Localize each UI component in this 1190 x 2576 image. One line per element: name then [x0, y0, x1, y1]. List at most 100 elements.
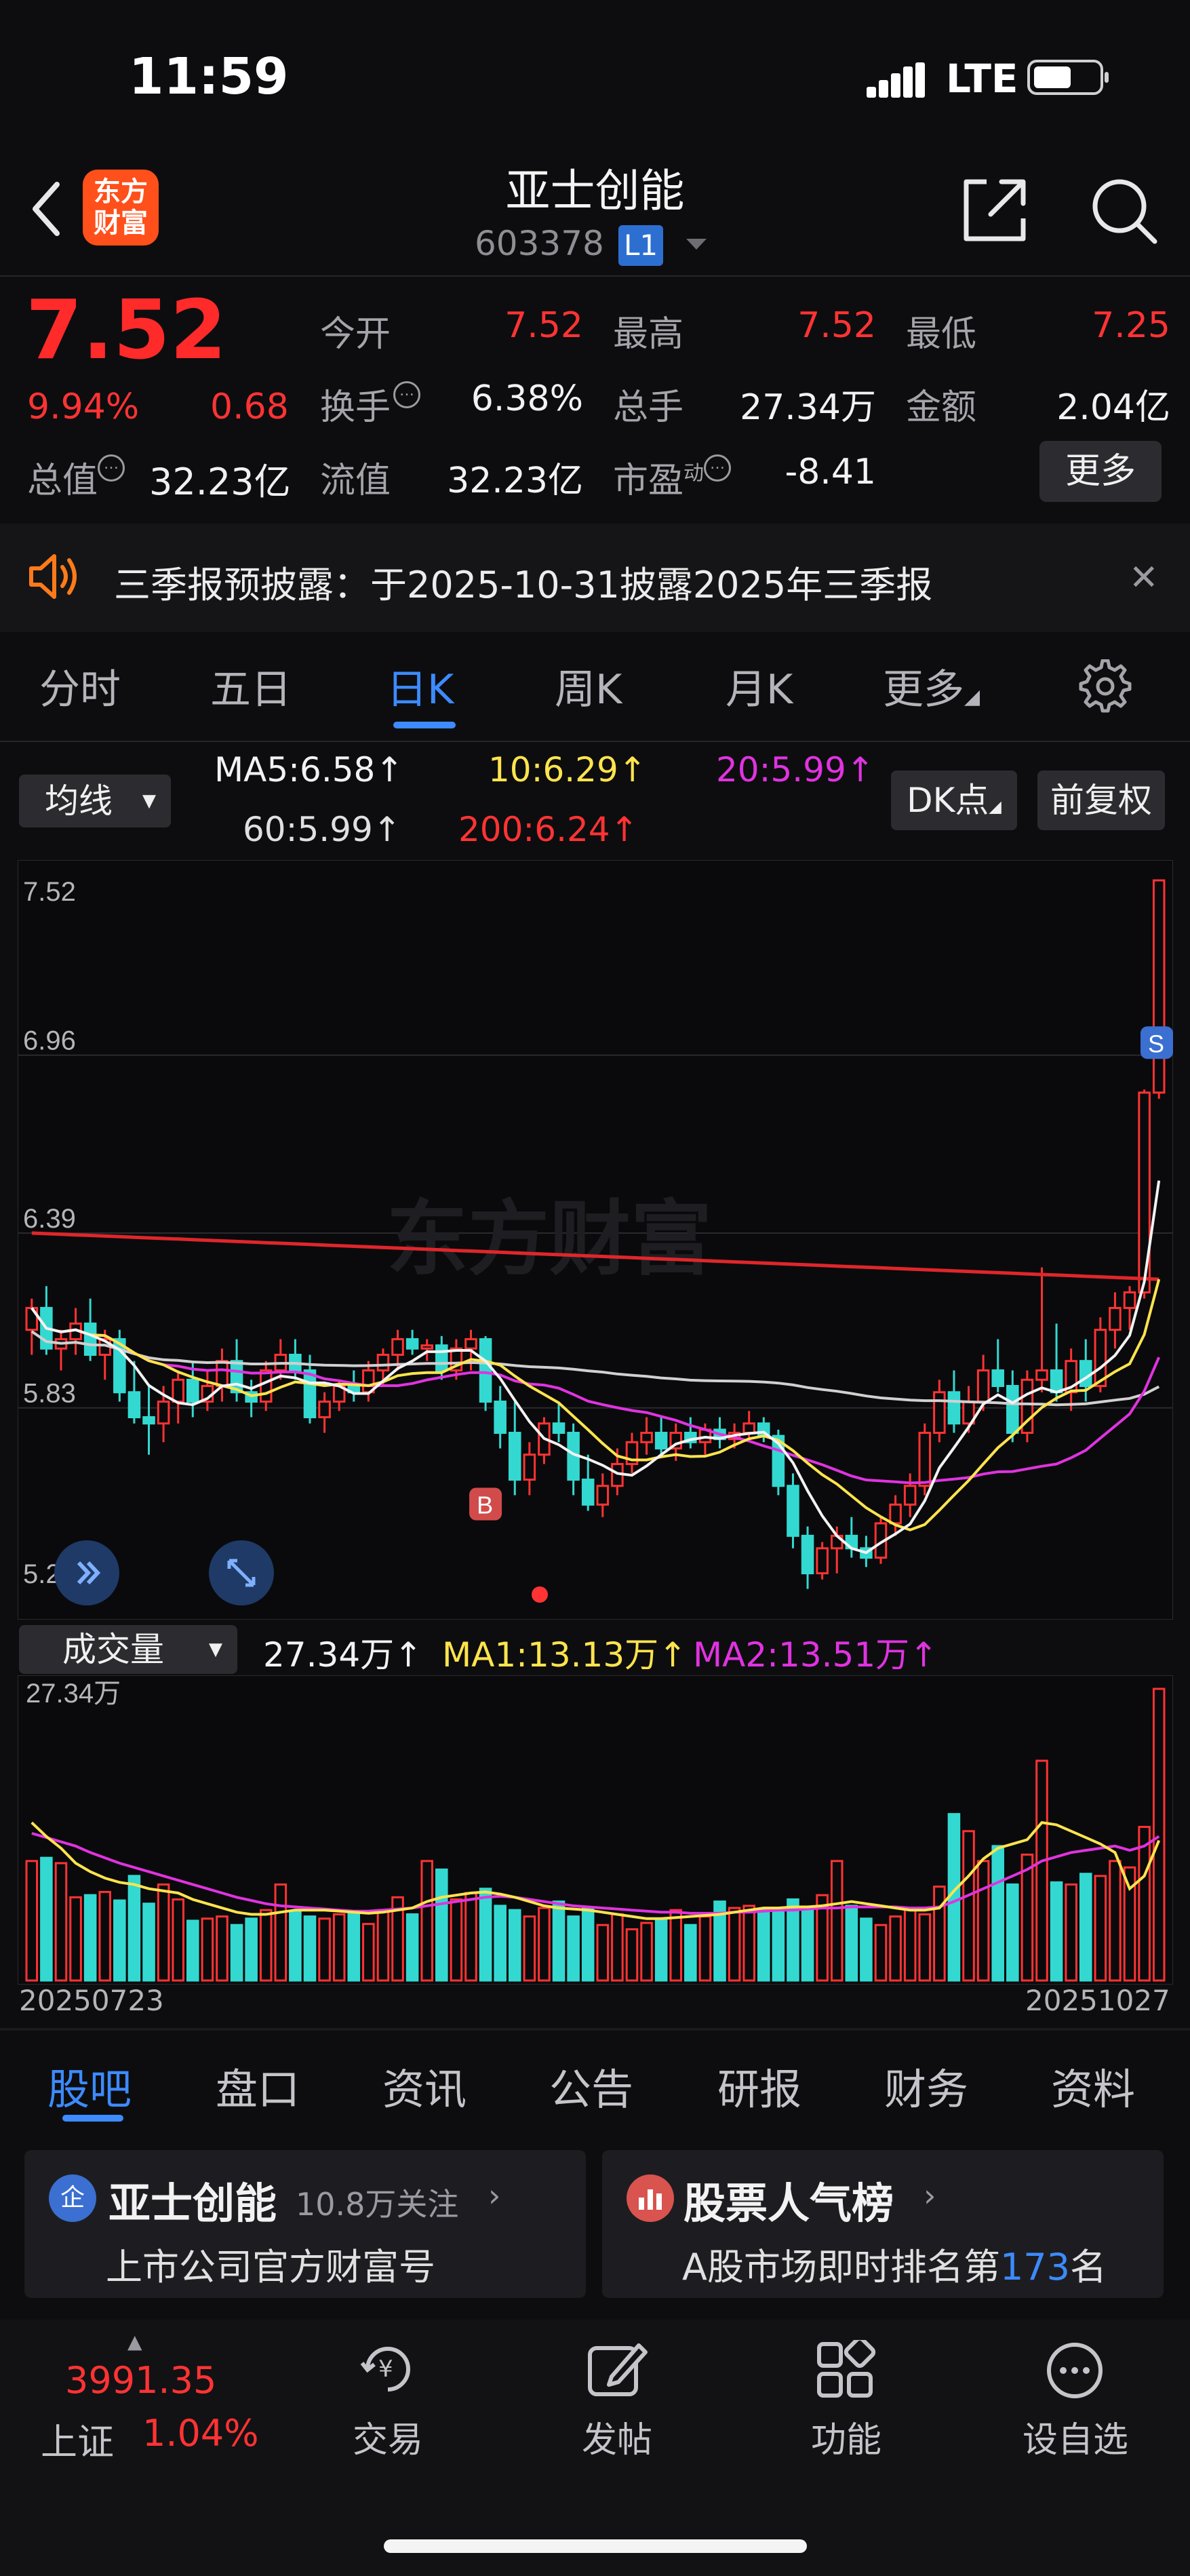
tab-daily-k[interactable]: 日K [386, 657, 454, 716]
trade-icon[interactable]: ¥ [354, 2339, 422, 2400]
tab-five-day[interactable]: 五日 [210, 657, 292, 716]
tab-research[interactable]: 研报 [717, 2055, 801, 2116]
candle-up [1109, 1306, 1122, 1331]
volume-bar-down [772, 1911, 785, 1982]
volume-bar-up [698, 1915, 712, 1982]
candle-up [1152, 879, 1166, 1094]
candle-down [991, 1369, 1004, 1387]
rank-number: 173 [999, 2246, 1071, 2288]
info-icon[interactable]: … [704, 454, 732, 482]
chevron-down-icon[interactable] [685, 237, 708, 251]
volume-current: 27.34万↑ [263, 1635, 423, 1675]
tab-intraday[interactable]: 分时 [39, 657, 121, 716]
indicator-select[interactable]: 均线 ▼ [19, 775, 171, 827]
event-dot[interactable] [532, 1586, 548, 1603]
caret-up-icon: ▲ [127, 2330, 142, 2353]
nav-functions[interactable]: 功能 [778, 2411, 914, 2462]
pe-value: -8.41 [785, 452, 876, 492]
amount-value: 2.04亿 [1056, 387, 1170, 428]
volume-bar-up [903, 1907, 917, 1982]
volume-bar-up [625, 1928, 639, 1982]
candle-down [947, 1391, 961, 1425]
end-date-label: 20251027 [1025, 1984, 1170, 2017]
rank-suffix: 名 [1070, 2246, 1107, 2288]
svg-text:¥: ¥ [378, 2356, 393, 2383]
tab-order-book[interactable]: 盘口 [216, 2055, 300, 2116]
candle-down [127, 1391, 141, 1419]
popularity-card[interactable]: 股票人气榜 › A股市场即时排名第173名 [602, 2150, 1164, 2298]
notice-text[interactable]: 三季报预披露：于2025-10-31披露2025年三季报 [114, 555, 932, 608]
chevron-down-icon: ▼ [142, 791, 156, 811]
tab-forum[interactable]: 股吧 [47, 2055, 132, 2116]
volume-bar-down [787, 1898, 799, 1982]
candle-up [420, 1344, 433, 1350]
candle-down [494, 1400, 507, 1435]
compose-icon[interactable] [584, 2339, 650, 2400]
volume-bar-up [1138, 1826, 1151, 1982]
candle-up [1123, 1291, 1136, 1309]
volume-select[interactable]: 成交量 ▼ [19, 1625, 237, 1674]
tab-more[interactable]: 更多◢ [883, 657, 980, 716]
info-icon[interactable]: … [393, 381, 421, 408]
buy-marker-label: B [477, 1491, 493, 1519]
volume-bar-up [362, 1923, 375, 1982]
dk-point-button[interactable]: DK点◢ [891, 770, 1017, 830]
candle-up [318, 1400, 331, 1419]
volume-bar-up [596, 1924, 610, 1982]
volume-bar-up [830, 1860, 844, 1982]
card-title: 股票人气榜 [683, 2179, 894, 2228]
volume-bar-up [611, 1913, 624, 1982]
volume-bar-up [98, 1890, 112, 1982]
close-icon[interactable]: ✕ [1129, 558, 1159, 598]
more-dots-icon[interactable] [1044, 2340, 1105, 2401]
volume-bar-down [567, 1915, 580, 1982]
tab-weekly-k[interactable]: 周K [555, 657, 622, 716]
card-title: 亚士创能 [108, 2179, 277, 2228]
float-cap-value: 32.23亿 [447, 461, 583, 501]
volume-bar-down [801, 1907, 814, 1982]
ma10-value: 10:6.29↑ [488, 750, 647, 789]
volume-bar-up [523, 1915, 536, 1982]
total-cap-label-text: 总值 [27, 461, 98, 501]
nav-watchlist[interactable]: 设自选 [1008, 2411, 1143, 2462]
candle-down [1006, 1384, 1019, 1435]
watermark: 东方财富 [386, 1194, 712, 1285]
share-icon[interactable] [959, 175, 1030, 246]
volume-bar-down [83, 1894, 97, 1982]
candle-up [742, 1422, 755, 1435]
index-value[interactable]: 3991.35 [65, 2359, 216, 2402]
volume-bar-up [976, 1860, 990, 1982]
ma20-value: 20:5.99↑ [716, 750, 875, 789]
ma60-value: 60:5.99↑ [243, 810, 401, 849]
official-account-card[interactable]: 企 亚士创能 10.8万关注 › 上市公司官方财富号 [24, 2150, 586, 2298]
info-icon[interactable]: … [98, 454, 125, 482]
tab-announcements[interactable]: 公告 [549, 2055, 633, 2116]
status-time: 11:59 [129, 47, 289, 106]
nav-post[interactable]: 发帖 [549, 2411, 685, 2462]
volume-bar-down [508, 1909, 521, 1982]
tab-profile[interactable]: 资料 [1051, 2055, 1135, 2116]
y-tick-label: 7.52 [23, 877, 76, 907]
nav-trade[interactable]: 交易 [320, 2411, 456, 2462]
tab-monthly-k[interactable]: 月K [726, 657, 793, 716]
level-badge[interactable]: L1 [618, 225, 663, 266]
tab-financials[interactable]: 财务 [884, 2055, 968, 2116]
grid-icon[interactable] [815, 2340, 876, 2401]
candle-up [903, 1485, 917, 1506]
adjust-button[interactable]: 前复权 [1037, 770, 1165, 830]
card-subtitle: 上市公司官方财富号 [106, 2246, 435, 2288]
more-button[interactable]: 更多 [1039, 441, 1162, 502]
y-tick-label: 5.83 [23, 1379, 76, 1409]
stock-code: 603378 [475, 224, 604, 263]
index-name[interactable]: 上证 [41, 2412, 114, 2465]
volume-chart[interactable]: 27.34万 [18, 1675, 1173, 1985]
volume-bar-up [1020, 1853, 1034, 1982]
kline-chart[interactable]: 东方财富 BS 7.526.966.395.835.26 [18, 860, 1173, 1620]
search-icon[interactable] [1088, 175, 1159, 246]
gear-icon[interactable] [1078, 659, 1132, 714]
candle-down [186, 1378, 199, 1403]
tab-news[interactable]: 资讯 [382, 2055, 467, 2116]
index-change[interactable]: 1.04% [142, 2412, 259, 2455]
candle-up [391, 1338, 404, 1356]
chevron-right-icon: › [924, 2177, 936, 2214]
